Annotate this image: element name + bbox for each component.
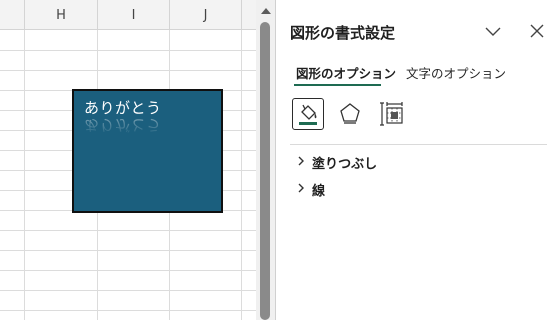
scrollbar-thumb[interactable] [260,22,270,320]
close-icon[interactable] [526,20,548,42]
column-header-i[interactable]: I [98,0,170,29]
spreadsheet-area[interactable]: H I J ありがとう ありがとう [0,0,256,320]
format-shape-pane: 図形の書式設定 図形のオプション 文字のオプション 塗りつぶし 線 [276,0,555,320]
chevron-right-icon [298,183,304,193]
chevron-right-icon [298,156,304,166]
column-header-partial[interactable] [0,0,25,29]
column-header-h[interactable]: H [25,0,98,29]
chevron-down-icon[interactable] [482,20,504,42]
pane-separator [290,144,547,145]
section-fill-label: 塗りつぶし [312,157,378,172]
pane-title: 図形の書式設定 [290,24,396,42]
rectangle-shape[interactable]: ありがとう ありがとう [72,89,223,213]
effects-pentagon-icon[interactable] [334,98,366,130]
scroll-up-arrow-icon[interactable] [261,8,271,14]
shape-text-reflection: ありがとう [84,116,162,134]
size-properties-icon[interactable] [376,98,408,130]
tab-text-options[interactable]: 文字のオプション [406,63,506,82]
vertical-scrollbar[interactable] [256,0,275,320]
section-line-label: 線 [312,184,326,199]
column-header-j[interactable]: J [170,0,242,29]
column-header-row: H I J [0,0,256,30]
active-tab-indicator [294,84,381,86]
fill-line-icon[interactable] [292,98,324,130]
tab-shape-options[interactable]: 図形のオプション [296,63,396,82]
